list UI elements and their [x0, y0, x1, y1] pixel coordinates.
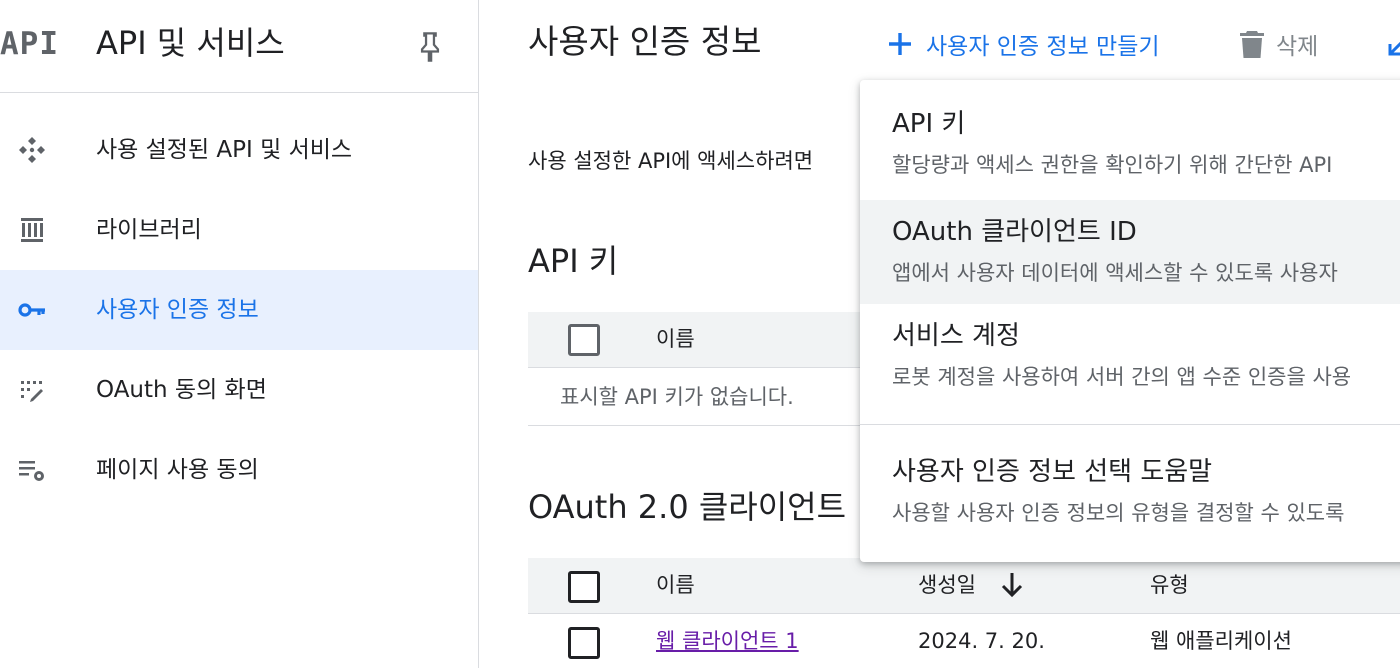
oauth-clients-table: 이름 생성일 유형 웹 클라이언트 1 2024. 7. 20. 웹 애플리케이…: [528, 558, 1400, 668]
select-all-checkbox[interactable]: [568, 571, 600, 603]
page-title: 사용자 인증 정보: [528, 22, 762, 61]
sidebar-item-label: OAuth 동의 화면: [96, 377, 267, 403]
client-type: 웹 애플리케이션: [1150, 629, 1292, 653]
oauth-clients-title: OAuth 2.0 클라이언트: [528, 488, 847, 526]
sidebar-item-oauth-consent[interactable]: OAuth 동의 화면: [0, 350, 478, 430]
sidebar-item-library[interactable]: 라이브러리: [0, 190, 478, 270]
api-logo: API: [0, 26, 59, 62]
sidebar-header: API API 및 서비스: [0, 0, 478, 93]
menu-item-title: OAuth 클라이언트 ID: [892, 217, 1137, 247]
column-header-created[interactable]: 생성일: [918, 570, 976, 600]
empty-text: 표시할 API 키가 없습니다.: [560, 385, 794, 409]
table-header: 이름 생성일 유형: [528, 558, 1400, 614]
pin-icon[interactable]: [416, 30, 444, 64]
plus-icon: [889, 33, 911, 55]
menu-divider: [860, 424, 1400, 425]
sidebar-item-enabled-apis[interactable]: 사용 설정된 API 및 서비스: [0, 110, 478, 190]
menu-item-description: 앱에서 사용자 데이터에 액세스할 수 있도록 사용자: [892, 261, 1338, 285]
product-title: API 및 서비스: [96, 24, 285, 62]
created-date: 2024. 7. 20.: [918, 629, 1045, 653]
menu-item-title: 사용자 인증 정보 선택 도움말: [892, 457, 1213, 487]
create-credentials-button[interactable]: 사용자 인증 정보 만들기: [886, 24, 1160, 64]
row-checkbox[interactable]: [568, 627, 600, 659]
column-header-type: 유형: [1150, 573, 1189, 597]
sidebar-item-credentials[interactable]: 사용자 인증 정보: [0, 270, 478, 350]
delete-button[interactable]: 삭제: [1238, 24, 1318, 64]
sidebar-item-label: 라이브러리: [96, 217, 202, 243]
api-services-icon: [19, 137, 45, 163]
sidebar-item-label: 페이지 사용 동의: [96, 457, 259, 483]
restore-icon[interactable]: [1382, 32, 1400, 62]
sidebar-nav: 사용 설정된 API 및 서비스 라이브러리 사용자 인증 정보 OAuth 동…: [0, 110, 478, 510]
delete-label: 삭제: [1276, 34, 1319, 60]
menu-item-title: API 키: [892, 109, 966, 139]
menu-item-description: 사용할 사용자 인증 정보의 유형을 결정할 수 있도록: [892, 501, 1345, 525]
select-all-checkbox[interactable]: [568, 324, 600, 356]
menu-item-title: 서비스 계정: [892, 321, 1020, 351]
api-keys-title: API 키: [528, 242, 619, 280]
client-name-link[interactable]: 웹 클라이언트 1: [656, 626, 799, 656]
sidebar-item-label: 사용 설정된 API 및 서비스: [96, 137, 353, 163]
menu-item-service-account[interactable]: 서비스 계정 로봇 계정을 사용하여 서버 간의 앱 수준 인증을 사용: [860, 304, 1400, 408]
sidebar-item-label: 사용자 인증 정보: [96, 297, 259, 323]
library-icon: [21, 218, 43, 242]
menu-item-description: 로봇 계정을 사용하여 서버 간의 앱 수준 인증을 사용: [892, 365, 1352, 389]
intro-text: 사용 설정한 API에 액세스하려면: [528, 149, 814, 173]
sort-descending-icon[interactable]: [998, 570, 1026, 600]
column-header-name: 이름: [656, 573, 695, 597]
table-row: 웹 클라이언트 1 2024. 7. 20. 웹 애플리케이션: [528, 614, 1400, 668]
create-credentials-label: 사용자 인증 정보 만들기: [926, 34, 1160, 60]
page-agreement-icon: [19, 461, 44, 481]
create-credentials-menu: API 키 할당량과 액세스 권한을 확인하기 위해 간단한 API OAuth…: [860, 80, 1400, 562]
menu-item-oauth-client-id[interactable]: OAuth 클라이언트 ID 앱에서 사용자 데이터에 액세스할 수 있도록 사…: [860, 200, 1400, 304]
menu-item-help-me-choose[interactable]: 사용자 인증 정보 선택 도움말 사용할 사용자 인증 정보의 유형을 결정할 …: [860, 442, 1400, 546]
trash-icon: [1240, 31, 1264, 58]
key-icon: [18, 303, 45, 317]
column-header-name: 이름: [656, 327, 695, 351]
menu-item-description: 할당량과 액세스 권한을 확인하기 위해 간단한 API: [892, 153, 1333, 177]
menu-item-api-key[interactable]: API 키 할당량과 액세스 권한을 확인하기 위해 간단한 API: [860, 80, 1400, 184]
oauth-consent-icon: [21, 381, 43, 402]
sidebar: API API 및 서비스 사용 설정된 API 및 서비스 라이브러리 사용자…: [0, 0, 479, 668]
sidebar-item-page-agreements[interactable]: 페이지 사용 동의: [0, 430, 478, 510]
